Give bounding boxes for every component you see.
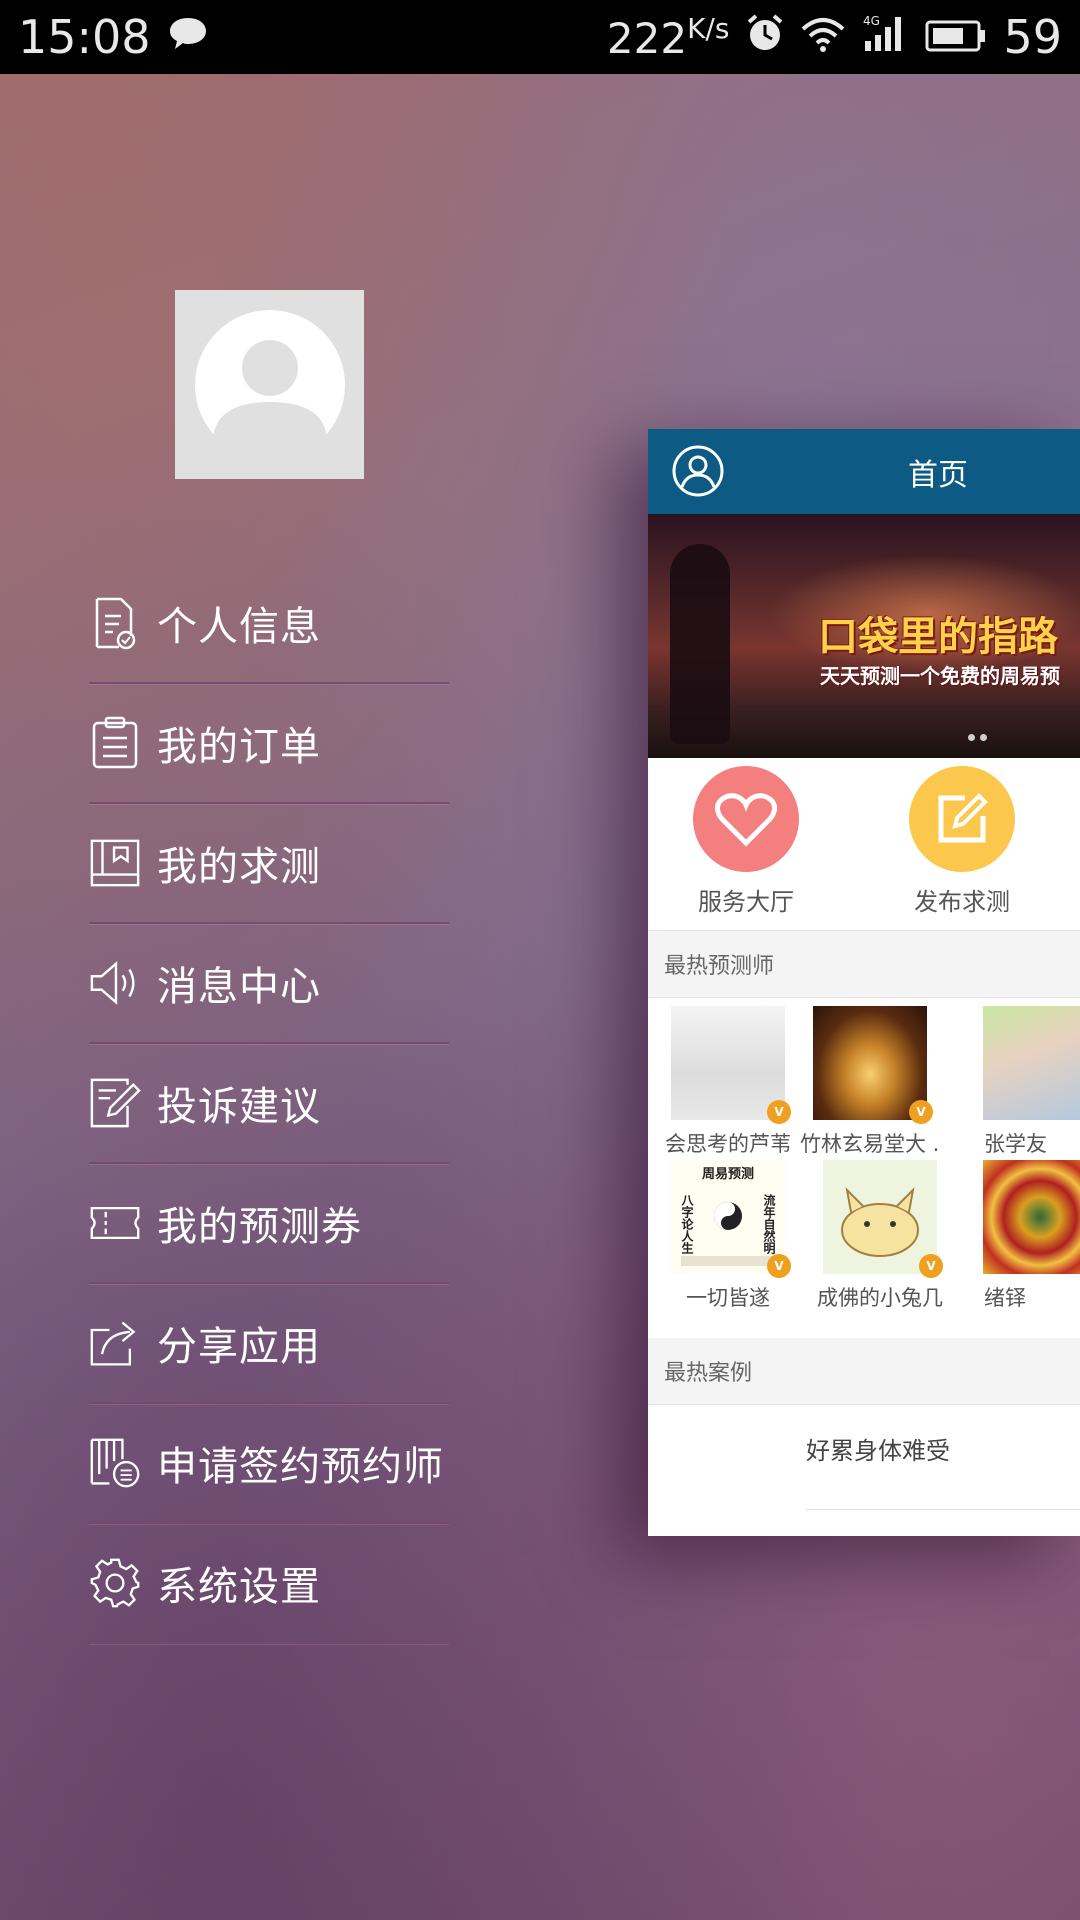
expert-image-top-text: 周易预测	[702, 1166, 754, 1182]
status-time: 15:08	[18, 10, 151, 64]
quick-actions: 服务大厅 发布求测	[648, 758, 1080, 931]
expert-name: 绪铎	[984, 1286, 1026, 1310]
banner-indicator-dot	[968, 734, 975, 741]
book-icon	[89, 835, 141, 891]
main-screen-preview[interactable]: 首页 口袋里的指路 天天预测一个免费的周易预 服务大厅 发布求测 最热预测师 V	[648, 429, 1080, 1536]
cat-illustration-icon	[841, 1187, 919, 1257]
menu-item-message-center[interactable]: 消息中心	[89, 924, 449, 1044]
post-request-button[interactable]: 发布求测	[892, 766, 1032, 917]
menu-label: 我的预测券	[157, 1204, 362, 1250]
expert-name: 张学友	[984, 1132, 1047, 1156]
avatar[interactable]	[175, 290, 364, 479]
banner-silhouette	[670, 544, 730, 744]
expert-avatar	[983, 1160, 1080, 1274]
wifi-icon	[801, 10, 845, 64]
case-title: 好累身体难受	[806, 1437, 950, 1465]
promo-banner[interactable]: 口袋里的指路 天天预测一个免费的周易预	[648, 514, 1080, 758]
expert-avatar: V	[823, 1160, 943, 1278]
page-title: 首页	[908, 457, 968, 493]
expert-card[interactable]: V 竹林玄易堂大 ..	[800, 1006, 940, 1158]
edit-note-icon	[89, 1075, 141, 1131]
heart-icon	[693, 766, 799, 872]
divider	[806, 1509, 1080, 1510]
verified-badge: V	[919, 1254, 943, 1278]
expert-card[interactable]: V 成佛的小兔几	[810, 1160, 950, 1312]
svg-text:4G: 4G	[863, 14, 880, 28]
default-user-avatar-icon	[194, 309, 345, 460]
menu-label: 分享应用	[157, 1324, 321, 1370]
banner-indicator-dot	[980, 734, 987, 741]
battery-icon	[925, 10, 987, 64]
expert-name: 一切皆遂	[686, 1286, 770, 1310]
app-header: 首页	[648, 429, 1080, 514]
net-speed-unit: K/s	[687, 11, 730, 45]
expert-name: 竹林玄易堂大 ..	[800, 1132, 940, 1156]
case-list-item[interactable]: 好累身体难受	[648, 1405, 1080, 1510]
net-speed: 222K/s	[607, 12, 730, 63]
profile-document-icon	[89, 595, 141, 651]
share-icon	[89, 1315, 141, 1371]
verified-badge: V	[909, 1100, 933, 1124]
menu-label: 个人信息	[157, 604, 321, 650]
battery-level: 59	[1003, 10, 1062, 64]
menu-label: 系统设置	[157, 1564, 321, 1610]
menu-item-my-coupons[interactable]: 我的预测券	[89, 1164, 449, 1284]
verified-badge: V	[767, 1100, 791, 1124]
expert-card[interactable]: 张学友	[970, 1006, 1080, 1158]
edit-icon	[909, 766, 1015, 872]
menu-item-my-orders[interactable]: 我的订单	[89, 684, 449, 804]
banner-subtitle: 天天预测一个免费的周易预	[820, 664, 1060, 688]
menu-item-settings[interactable]: 系统设置	[89, 1524, 449, 1644]
service-hall-button[interactable]: 服务大厅	[676, 766, 816, 917]
gear-icon	[89, 1555, 141, 1611]
apply-list-icon	[89, 1435, 141, 1491]
banner-title: 口袋里的指路	[818, 614, 1058, 660]
hot-experts-header: 最热预测师	[648, 931, 1080, 998]
net-speed-value: 222	[606, 13, 688, 63]
expert-name: 成佛的小兔几	[817, 1286, 943, 1310]
message-icon	[167, 10, 209, 64]
speaker-icon	[89, 955, 141, 1011]
menu-label: 消息中心	[157, 964, 321, 1010]
expert-card[interactable]: 绪铎	[970, 1160, 1080, 1312]
drawer-menu: 个人信息 我的订单 我的求测 消息中心 投诉建议 我的预测券 分享应用 申请签约…	[89, 564, 449, 1644]
clipboard-icon	[89, 715, 141, 771]
hot-cases-header: 最热案例	[648, 1338, 1080, 1405]
menu-label: 我的订单	[157, 724, 321, 770]
expert-avatar: 周易预测 八字论人生 流年自然明 V	[671, 1160, 791, 1278]
menu-item-share-app[interactable]: 分享应用	[89, 1284, 449, 1404]
menu-item-my-requests[interactable]: 我的求测	[89, 804, 449, 924]
expert-card[interactable]: 周易预测 八字论人生 流年自然明 V 一切皆遂	[658, 1160, 798, 1312]
expert-image-right-text: 流年自然明	[762, 1193, 776, 1255]
expert-avatar: V	[813, 1006, 933, 1124]
alarm-icon	[745, 10, 785, 64]
yin-yang-icon: 周易预测 八字论人生 流年自然明	[680, 1166, 776, 1266]
user-profile-icon[interactable]	[672, 445, 724, 501]
expert-name: 会思考的芦苇	[665, 1132, 791, 1156]
expert-avatar	[983, 1006, 1080, 1120]
status-bar: 15:08 222K/s 4G 59	[0, 0, 1080, 74]
action-label: 服务大厅	[698, 888, 794, 916]
expert-image-left-text: 八字论人生	[680, 1194, 694, 1255]
expert-card[interactable]: V 会思考的芦苇	[658, 1006, 798, 1158]
menu-item-personal-info[interactable]: 个人信息	[89, 564, 449, 684]
hot-experts-grid: V 会思考的芦苇 V 竹林玄易堂大 .. 张学友 周易预测 八字论人生 流年自然…	[648, 998, 1080, 1338]
action-label: 发布求测	[914, 888, 1010, 916]
verified-badge: V	[767, 1254, 791, 1278]
menu-label: 我的求测	[157, 844, 321, 890]
ticket-icon	[89, 1195, 141, 1251]
expert-avatar: V	[671, 1006, 791, 1124]
signal-4g-icon: 4G	[861, 10, 909, 64]
menu-label: 投诉建议	[157, 1084, 321, 1130]
menu-item-apply-signing[interactable]: 申请签约预约师	[89, 1404, 449, 1524]
menu-item-feedback[interactable]: 投诉建议	[89, 1044, 449, 1164]
menu-label: 申请签约预约师	[157, 1444, 444, 1490]
